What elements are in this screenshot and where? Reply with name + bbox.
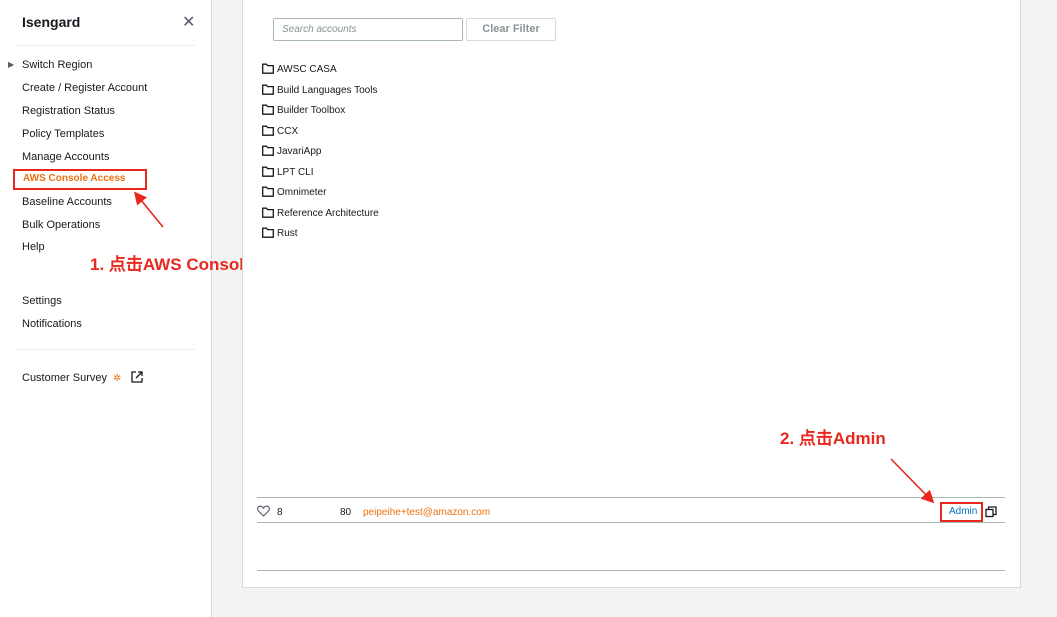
folder-label: Omnimeter: [277, 187, 327, 198]
search-input[interactable]: Search accounts: [273, 18, 463, 41]
folder-label: Rust: [277, 228, 298, 239]
folder-icon: [262, 145, 277, 157]
sparkle-icon: ✲: [113, 373, 122, 384]
sidebar-item-label: AWS Console Access: [23, 173, 126, 184]
folder-label: Builder Toolbox: [277, 105, 346, 116]
panel-scroll-edge: [1020, 0, 1021, 248]
heart-icon[interactable]: [257, 505, 270, 520]
sidebar-item-manage-accounts[interactable]: Manage Accounts: [22, 151, 109, 163]
divider: [15, 349, 195, 350]
caret-right-icon[interactable]: ▶: [8, 60, 14, 69]
survey-label: Customer Survey: [22, 372, 107, 384]
row-divider: [257, 497, 1005, 498]
folder-icon: [262, 207, 277, 219]
folder-item[interactable]: AWSC CASA: [262, 63, 337, 75]
count-b: 80: [340, 507, 352, 518]
folder-item[interactable]: CCX: [262, 125, 298, 137]
sidebar-item-aws-console-access[interactable]: AWS Console Access: [13, 169, 147, 190]
account-email: peipeihe+test@amazon.com: [363, 507, 491, 518]
folder-icon: [262, 125, 277, 137]
sidebar-item-help[interactable]: Help: [22, 241, 45, 253]
folder-item[interactable]: Builder Toolbox: [262, 104, 345, 116]
folder-icon: [262, 63, 277, 75]
folder-label: Build Languages Tools: [277, 84, 378, 96]
sidebar-item-customer-survey[interactable]: Customer Survey ✲: [22, 371, 143, 386]
folder-icon: [262, 227, 277, 239]
clear-filter-button[interactable]: Clear Filter: [466, 18, 556, 41]
folder-item[interactable]: LPT CLI: [262, 166, 314, 178]
folder-item[interactable]: Reference Architecture: [262, 207, 379, 219]
folder-item[interactable]: Build Languages Tools: [262, 84, 377, 96]
folder-label: CCX: [277, 125, 299, 137]
folder-label: Reference Architecture: [277, 207, 379, 219]
app-title: Isengard: [22, 14, 81, 30]
folder-item[interactable]: JavariApp: [262, 145, 321, 157]
annotation-step-2: 2. 点击Admin: [780, 429, 886, 448]
close-icon[interactable]: ✕: [182, 12, 195, 32]
folder-label: AWSC CASA: [277, 64, 337, 75]
folder-icon: [262, 104, 277, 116]
sidebar-item-notifications[interactable]: Notifications: [22, 318, 82, 330]
sidebar-item-create-register-account[interactable]: Create / Register Account: [22, 82, 147, 94]
row-divider: [257, 522, 1005, 523]
sidebar-item-baseline-accounts[interactable]: Baseline Accounts: [22, 196, 112, 208]
folder-item[interactable]: Omnimeter: [262, 186, 326, 198]
count-a: 8: [277, 507, 283, 518]
sidebar-item-registration-status[interactable]: Registration Status: [22, 105, 115, 117]
admin-link[interactable]: Admin: [949, 506, 977, 517]
sidebar-item-policy-templates[interactable]: Policy Templates: [22, 128, 104, 140]
row-divider: [257, 570, 1005, 571]
sidebar-item-settings[interactable]: Settings: [22, 295, 62, 307]
folder-icon: [262, 166, 277, 178]
admin-role-button[interactable]: Admin: [940, 502, 983, 522]
folder-label: JavariApp: [277, 146, 322, 157]
folder-label: LPT CLI: [277, 166, 314, 178]
external-link-icon: [130, 371, 143, 386]
folder-item[interactable]: Rust: [262, 227, 298, 239]
folder-icon: [262, 84, 277, 96]
folder-icon: [262, 186, 277, 198]
divider: [15, 45, 195, 46]
sidebar-item-bulk-operations[interactable]: Bulk Operations: [22, 219, 100, 231]
sidebar-item-switch-region[interactable]: Switch Region: [22, 59, 92, 71]
sidebar: Isengard ✕ ▶ Switch Region Create / Regi…: [0, 0, 212, 617]
copy-icon[interactable]: [985, 506, 997, 521]
